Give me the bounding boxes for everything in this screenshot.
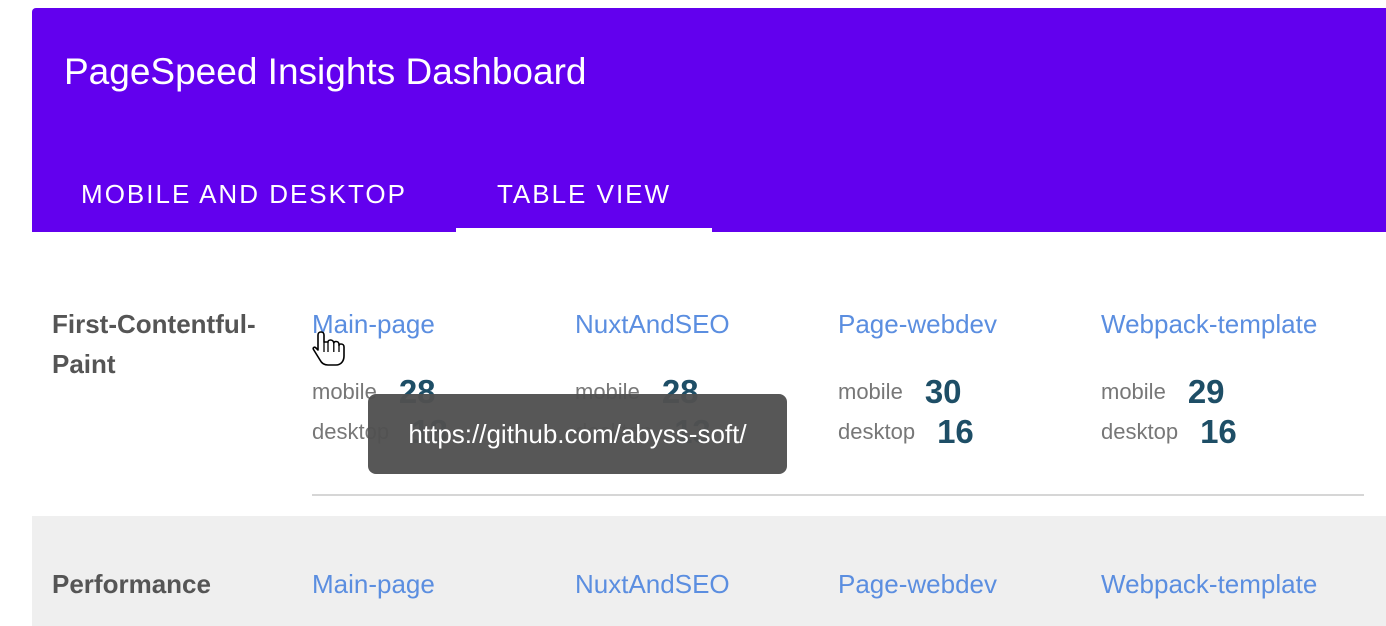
- metric-name: First-Contentful-Paint: [52, 309, 256, 379]
- mobile-label: mobile: [1101, 379, 1166, 404]
- site-cell-main-page: Main-page: [312, 564, 572, 604]
- site-cell-webpack-template: Webpack-template mobile 29 desktop 16: [1101, 304, 1361, 452]
- mobile-score: 30: [924, 373, 962, 410]
- site-link-main-page[interactable]: Main-page: [312, 564, 572, 604]
- site-cell-page-webdev: Page-webdev mobile 30 desktop 16: [838, 304, 1098, 452]
- desktop-label: desktop: [838, 419, 916, 444]
- scores: mobile 30 desktop 16: [838, 372, 1098, 452]
- site-cell-page-webdev: Page-webdev: [838, 564, 1098, 604]
- row-divider: [312, 494, 1364, 496]
- tab-table-view[interactable]: TABLE VIEW: [456, 156, 712, 232]
- table-row-performance: Performance Main-page NuxtAndSEO Page-we…: [32, 516, 1386, 626]
- site-link-webpack-template[interactable]: Webpack-template: [1101, 564, 1361, 604]
- site-link-page-webdev[interactable]: Page-webdev: [838, 304, 1098, 344]
- app-header: PageSpeed Insights Dashboard MOBILE AND …: [32, 8, 1386, 232]
- mobile-score: 29: [1187, 373, 1225, 410]
- site-link-main-page[interactable]: Main-page: [312, 304, 572, 344]
- desktop-score: 16: [1200, 413, 1237, 450]
- site-cell-nuxtandseo: NuxtAndSEO: [575, 564, 835, 604]
- site-cell-webpack-template: Webpack-template: [1101, 564, 1361, 604]
- site-link-webpack-template[interactable]: Webpack-template: [1101, 304, 1361, 344]
- site-link-nuxtandseo[interactable]: NuxtAndSEO: [575, 304, 835, 344]
- page-title: PageSpeed Insights Dashboard: [64, 51, 587, 92]
- site-link-page-webdev[interactable]: Page-webdev: [838, 564, 1098, 604]
- hand-pointer-icon: [312, 331, 345, 366]
- desktop-score: 16: [937, 413, 974, 450]
- mobile-label: mobile: [838, 379, 903, 404]
- desktop-label: desktop: [1101, 419, 1179, 444]
- dashboard-app: PageSpeed Insights Dashboard MOBILE AND …: [32, 8, 1386, 626]
- metric-name: Performance: [52, 569, 211, 599]
- link-tooltip: https://github.com/abyss-soft/: [368, 394, 787, 474]
- tab-mobile-and-desktop[interactable]: MOBILE AND DESKTOP: [32, 156, 456, 232]
- scores: mobile 29 desktop 16: [1101, 372, 1361, 452]
- site-link-nuxtandseo[interactable]: NuxtAndSEO: [575, 564, 835, 604]
